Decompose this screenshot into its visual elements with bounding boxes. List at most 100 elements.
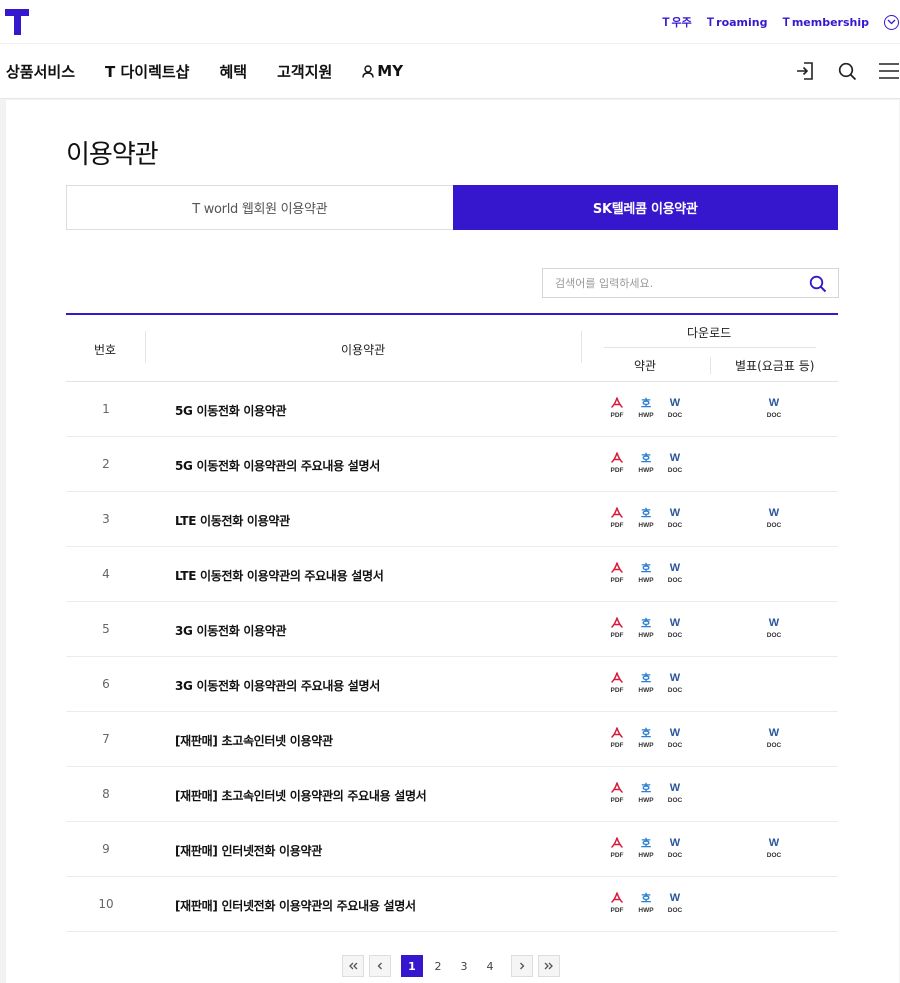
terms-title-link[interactable]: [재판매] 인터넷전화 이용약관의 주요내용 설명서 xyxy=(175,897,416,914)
t-mark: T xyxy=(706,15,715,29)
doc-icon: W xyxy=(768,727,780,739)
last-page-button[interactable] xyxy=(538,955,560,977)
doc-icon: W xyxy=(669,617,681,629)
doc-download-button[interactable]: W DOC xyxy=(665,616,685,639)
next-page-button[interactable] xyxy=(511,955,533,977)
pdf-download-button[interactable]: PDF xyxy=(607,726,627,749)
attachment-doc-download-button[interactable]: W DOC xyxy=(764,396,784,419)
tab-tworld-terms[interactable]: T world 웹회원 이용약관 xyxy=(66,185,453,230)
terms-title-link[interactable]: 3G 이동전화 이용약관의 주요내용 설명서 xyxy=(175,677,380,694)
doc-download-button[interactable]: W DOC xyxy=(665,781,685,804)
row-number: 6 xyxy=(102,677,110,691)
file-type-label: PDF xyxy=(610,687,624,694)
terms-title-link[interactable]: LTE 이동전화 이용약관 xyxy=(175,512,290,529)
doc-download-button[interactable]: W DOC xyxy=(665,836,685,859)
doc-download-button[interactable]: W DOC xyxy=(665,891,685,914)
page-number[interactable]: 3 xyxy=(453,955,475,977)
hwp-download-button[interactable]: 호 HWP xyxy=(636,451,656,474)
pdf-icon xyxy=(611,506,623,520)
utility-link-membership[interactable]: T membership xyxy=(782,15,869,29)
file-type-label: PDF xyxy=(610,522,624,529)
hwp-icon: 호 xyxy=(640,452,652,465)
pdf-download-button[interactable]: PDF xyxy=(607,451,627,474)
gnb-item-direct-shop[interactable]: T 다이렉트샵 xyxy=(105,61,189,82)
file-type-label: HWP xyxy=(638,632,654,639)
search-icon[interactable] xyxy=(809,275,827,293)
file-type-label: PDF xyxy=(610,467,624,474)
gnb-item-benefits[interactable]: 혜택 xyxy=(219,61,247,82)
doc-download-button[interactable]: W DOC xyxy=(665,396,685,419)
doc-icon: W xyxy=(768,397,780,409)
gnb-item-products[interactable]: 상품서비스 xyxy=(6,61,75,82)
t-logo[interactable] xyxy=(5,9,29,35)
attachment-doc-download-button[interactable]: W DOC xyxy=(764,616,784,639)
file-type-label: DOC xyxy=(766,852,782,859)
hwp-download-button[interactable]: 호 HWP xyxy=(636,616,656,639)
hwp-download-button[interactable]: 호 HWP xyxy=(636,506,656,529)
prev-page-button[interactable] xyxy=(369,955,391,977)
table-row: 10 [재판매] 인터넷전화 이용약관의 주요내용 설명서 PDF 호 HWP W DOC xyxy=(66,877,838,932)
terms-title-link[interactable]: LTE 이동전화 이용약관의 주요내용 설명서 xyxy=(175,567,384,584)
hwp-download-button[interactable]: 호 HWP xyxy=(636,396,656,419)
pdf-download-button[interactable]: PDF xyxy=(607,671,627,694)
doc-icon: W xyxy=(669,837,681,849)
terms-title-link[interactable]: [재판매] 인터넷전화 이용약관 xyxy=(175,842,322,859)
tab-skt-terms[interactable]: SK텔레콤 이용약관 xyxy=(452,185,838,230)
doc-download-button[interactable]: W DOC xyxy=(665,671,685,694)
terms-table: 번호 이용약관 다운로드 약관 별표(요금표 등) 1 5G 이동전화 이용약관 P… xyxy=(66,313,838,932)
hwp-download-button[interactable]: 호 HWP xyxy=(636,561,656,584)
pdf-download-button[interactable]: PDF xyxy=(607,781,627,804)
header-divider xyxy=(581,331,582,363)
file-type-label: HWP xyxy=(638,852,654,859)
pdf-download-button[interactable]: PDF xyxy=(607,891,627,914)
hwp-download-button[interactable]: 호 HWP xyxy=(636,671,656,694)
pdf-download-button[interactable]: PDF xyxy=(607,506,627,529)
chevron-down-icon[interactable] xyxy=(884,14,899,30)
doc-download-button[interactable]: W DOC xyxy=(665,726,685,749)
pdf-download-button[interactable]: PDF xyxy=(607,836,627,859)
hwp-icon: 호 xyxy=(640,892,652,905)
first-page-button[interactable] xyxy=(342,955,364,977)
hwp-download-button[interactable]: 호 HWP xyxy=(636,781,656,804)
pdf-icon xyxy=(611,781,623,795)
terms-title-link[interactable]: [재판매] 초고속인터넷 이용약관 xyxy=(175,732,333,749)
page-number[interactable]: 1 xyxy=(401,955,423,977)
hwp-download-button[interactable]: 호 HWP xyxy=(636,891,656,914)
terms-title-link[interactable]: 5G 이동전화 이용약관 xyxy=(175,402,287,419)
menu-icon[interactable] xyxy=(878,60,900,82)
gnb-item-my[interactable]: MY xyxy=(362,62,403,80)
table-row: 9 [재판매] 인터넷전화 이용약관 PDF 호 HWP W DOC W DOC xyxy=(66,822,838,877)
header-divider xyxy=(710,357,711,374)
utility-link-woozoo[interactable]: T 우주 xyxy=(662,14,692,30)
page-number[interactable]: 2 xyxy=(427,955,449,977)
gnb-item-support[interactable]: 고객지원 xyxy=(277,61,332,82)
file-type-label: DOC xyxy=(766,412,782,419)
file-type-label: DOC xyxy=(766,742,782,749)
doc-download-button[interactable]: W DOC xyxy=(665,451,685,474)
search-input[interactable] xyxy=(555,276,795,290)
pdf-download-button[interactable]: PDF xyxy=(607,396,627,419)
pdf-download-button[interactable]: PDF xyxy=(607,616,627,639)
utility-link-roaming[interactable]: T roaming xyxy=(707,15,768,29)
terms-title-link[interactable]: [재판매] 초고속인터넷 이용약관의 주요내용 설명서 xyxy=(175,787,427,804)
file-type-label: DOC xyxy=(667,412,683,419)
attachment-doc-download-button[interactable]: W DOC xyxy=(764,726,784,749)
login-icon[interactable] xyxy=(794,60,816,82)
page-title: 이용약관 xyxy=(66,140,159,170)
page-number[interactable]: 4 xyxy=(479,955,501,977)
doc-download-button[interactable]: W DOC xyxy=(665,561,685,584)
hwp-download-button[interactable]: 호 HWP xyxy=(636,836,656,859)
terms-search xyxy=(542,268,839,298)
doc-download-button[interactable]: W DOC xyxy=(665,506,685,529)
hwp-download-button[interactable]: 호 HWP xyxy=(636,726,656,749)
terms-title-link[interactable]: 5G 이동전화 이용약관의 주요내용 설명서 xyxy=(175,457,380,474)
pdf-download-button[interactable]: PDF xyxy=(607,561,627,584)
header-divider xyxy=(145,331,146,363)
attachment-doc-download-button[interactable]: W DOC xyxy=(764,836,784,859)
search-icon[interactable] xyxy=(836,60,858,82)
chevron-right-icon xyxy=(520,962,525,970)
terms-title-link[interactable]: 3G 이동전화 이용약관 xyxy=(175,622,287,639)
attachment-doc-download-button[interactable]: W DOC xyxy=(764,506,784,529)
file-type-label: DOC xyxy=(667,577,683,584)
doc-icon: W xyxy=(669,452,681,464)
